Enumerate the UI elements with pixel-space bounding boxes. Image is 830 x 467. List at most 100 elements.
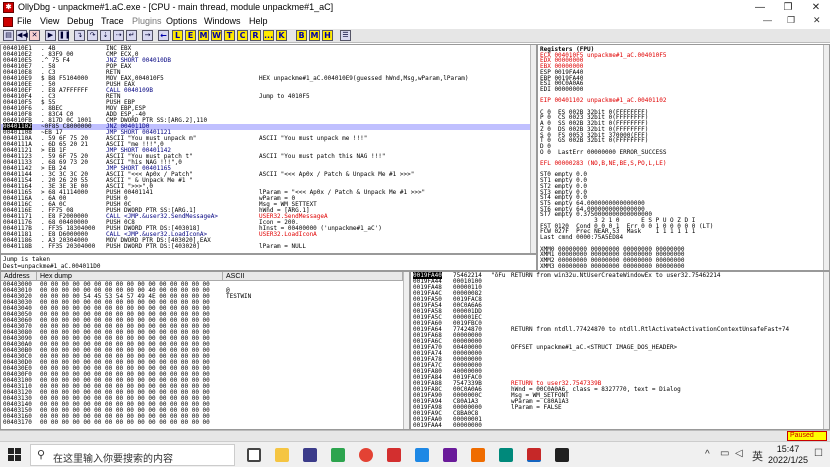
vscode-icon[interactable] [415, 448, 429, 462]
menu-view[interactable]: View [40, 16, 59, 26]
toolbar-btn-r[interactable]: R [250, 30, 261, 41]
windows-start-icon[interactable] [8, 448, 22, 462]
info-line-1: Jump is taken [3, 256, 50, 263]
disasm-hex: . FF35 20304000 [41, 243, 96, 250]
close-program-icon[interactable]: ✕ [29, 30, 40, 41]
toolbar-btn-k[interactable]: K [276, 30, 287, 41]
mdi-minimize-icon[interactable]: — [763, 15, 772, 25]
network-icon[interactable]: ▭ [720, 448, 729, 459]
trace-into-icon[interactable]: ⇣ [100, 30, 111, 41]
dump-hex: 00 00 00 00 00 00 00 00 00 00 00 00 00 0… [40, 419, 210, 426]
volume-icon[interactable]: ◁ [735, 448, 743, 459]
toolbar-btn-w[interactable]: W [211, 30, 222, 41]
taskbar-clock[interactable]: 15:47 2022/1/25 [763, 444, 813, 466]
stack-ascii: "ōFu [491, 272, 506, 279]
menu-windows[interactable]: Windows [204, 16, 241, 26]
list-icon[interactable]: ☰ [340, 30, 351, 41]
info-pane: Jump is taken Dest=unpackme#1_aC.004011D… [0, 254, 537, 271]
paint-icon[interactable] [499, 448, 513, 462]
toolbar-btn-e[interactable]: E [185, 30, 196, 41]
pause-icon[interactable]: ❚❚ [58, 30, 71, 41]
execute-till-return-icon[interactable]: ↵ [126, 30, 137, 41]
disassembly-list[interactable]: 004010E1. 4B INC EBX 004010E2. 83F9 00 CMP … [1, 45, 531, 250]
toolbar-btn-b[interactable]: B [296, 30, 307, 41]
toolbar-btn-t[interactable]: T [224, 30, 235, 41]
trace-over-icon[interactable]: ⇢ [113, 30, 124, 41]
ime-indicator[interactable]: 英 [752, 448, 763, 464]
toolbar-btn-dots[interactable]: ... [263, 30, 274, 41]
child-window-icon[interactable] [3, 17, 13, 27]
register-line[interactable]: EFL 00000283 (NO,B,NE,BE,S,PO,L,LE) [540, 160, 666, 167]
close-icon[interactable]: ✕ [802, 0, 830, 15]
disasm-row[interactable]: 0040118B . FF35 20304000 PUSH DWORD PTR DS… [1, 243, 531, 250]
step-over-icon[interactable]: ↷ [87, 30, 98, 41]
menu-options[interactable]: Options [166, 16, 197, 26]
dump-row[interactable]: 00403170 00 00 00 00 00 00 00 00 00 00 00… [1, 419, 403, 426]
menu-trace[interactable]: Trace [101, 16, 124, 26]
open-icon[interactable]: ▤ [3, 30, 14, 41]
disasm-comment: ASCII "You must unpack me !!!" [259, 135, 368, 142]
mdi-close-icon[interactable]: ✕ [813, 15, 821, 26]
menu-file[interactable]: File [17, 16, 32, 26]
step-into-icon[interactable]: ↴ [74, 30, 85, 41]
stack-list[interactable]: 0019FA40 75462214 "ōFu RETURN from win32u.N… [411, 272, 823, 429]
stack-pane[interactable]: 0019FA40 75462214 "ōFu RETURN from win32u.N… [410, 271, 830, 430]
app-icon-8[interactable] [471, 448, 485, 462]
notification-icon[interactable]: ☐ [814, 448, 823, 459]
terminal-icon[interactable] [555, 448, 569, 462]
green-app-icon[interactable] [331, 448, 345, 462]
disasm-comment: ASCII "You must patch this NAG !!!" [259, 153, 386, 160]
registers-scrollbar[interactable] [823, 45, 829, 270]
toolbar-btn-m[interactable]: M [198, 30, 209, 41]
title-bar: ✱ OllyDbg - unpackme#1.aC.exe - [CPU - m… [0, 0, 830, 15]
toolbar-btn-l[interactable]: L [172, 30, 183, 41]
disassembly-pane[interactable]: 004010E1. 4B INC EBX 004010E2. 83F9 00 CMP … [0, 44, 537, 254]
dump-header-hex[interactable]: Hex dump [37, 272, 223, 281]
minimize-icon[interactable]: — [746, 0, 774, 15]
explorer-icon[interactable] [275, 448, 289, 462]
chrome-icon[interactable] [359, 448, 373, 462]
stack-address: 0019FAA4 [413, 422, 442, 429]
app-icon-7[interactable] [443, 448, 457, 462]
menu-help[interactable]: Help [249, 16, 268, 26]
dump-list[interactable]: 00403000 00 00 00 00 00 00 00 00 00 00 00… [1, 281, 403, 429]
red-app-icon[interactable] [387, 448, 401, 462]
ollydbg-icon[interactable] [527, 448, 541, 462]
menu-plugins[interactable]: Plugins [132, 16, 162, 26]
registers-list[interactable]: Registers (FPU) ECX 004010F5 unpackme#1_a… [540, 45, 820, 270]
register-line[interactable]: O 0 LastErr 00000000 ERROR_SUCCESS [540, 149, 666, 156]
goto-icon[interactable]: → [142, 30, 153, 41]
tray-chevron-icon[interactable]: ^ [705, 449, 710, 460]
stack-comment: OFFSET unpackme#1_aC.<STRUCT IMAGE_DOS_H… [511, 344, 678, 351]
rewind-icon[interactable]: ◀◀ [16, 30, 28, 41]
dump-scrollbar[interactable] [403, 272, 409, 429]
toolbar-btn-h[interactable]: H [322, 30, 333, 41]
window-title: OllyDbg - unpackme#1.aC.exe - [CPU - mai… [18, 2, 334, 12]
register-line[interactable]: EIP 00401102 unpackme#1_aC.00401102 [540, 97, 666, 104]
dump-header-ascii[interactable]: ASCII [223, 272, 403, 281]
stack-scrollbar[interactable] [823, 272, 829, 429]
toolbar-btn-c[interactable]: C [237, 30, 248, 41]
disasm-scrollbar[interactable] [530, 45, 536, 253]
run-icon[interactable]: ▶ [45, 30, 56, 41]
registers-pane[interactable]: Registers (FPU) ECX 004010F5 unpackme#1_a… [537, 44, 830, 271]
disasm-address: 0040118B [3, 243, 32, 250]
register-line[interactable]: EDI 00000000 [540, 86, 583, 93]
stack-row[interactable]: 0019FAA4 00000000 [411, 422, 823, 429]
toolbar-btn-m2[interactable]: M [309, 30, 320, 41]
task-view-icon[interactable] [247, 448, 261, 462]
taskbar-search-box[interactable]: ⚲ 在这里输入你要搜索的内容 [30, 444, 235, 466]
register-line[interactable]: Last cmnd 0000:75A5ED84 [540, 234, 623, 241]
dump-pane[interactable]: Address Hex dump ASCII 00403000 00 00 00 … [0, 271, 410, 430]
status-bar: Paused [0, 430, 830, 441]
register-line[interactable]: T 0 GS 002B 32bit 0(FFFFFFFF) [540, 137, 648, 144]
store-icon[interactable] [303, 448, 317, 462]
dump-header-address[interactable]: Address [1, 272, 37, 281]
menu-debug[interactable]: Debug [67, 16, 94, 26]
register-line[interactable]: XMM3 00000000 00000000 00000000 00000000 [540, 263, 685, 270]
mdi-restore-icon[interactable]: ❐ [787, 15, 795, 26]
toolbar: ▤ ◀◀ ✕ ▶ ❚❚ ↴ ↷ ⇣ ⇢ ↵ → ← L E M W T C R … [0, 29, 830, 43]
stack-value: 00000000 [453, 422, 482, 429]
paused-indicator: Paused [787, 431, 827, 441]
restore-icon[interactable]: ❐ [774, 0, 802, 15]
